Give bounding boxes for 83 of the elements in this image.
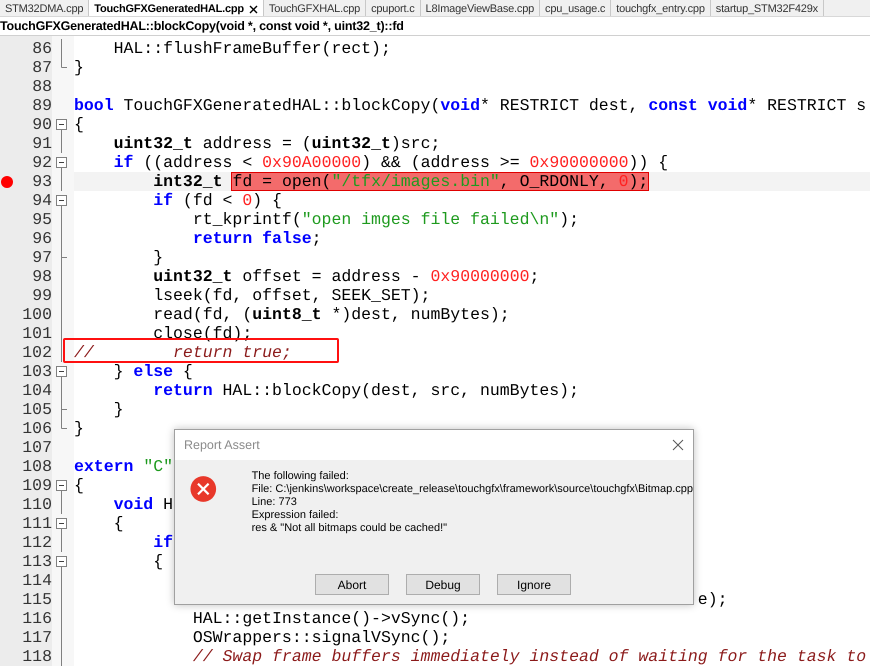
message-text: The following failed: xyxy=(252,470,350,483)
code-text: } xyxy=(152,248,164,267)
line-number: 101 xyxy=(22,324,52,343)
code-text: return false; xyxy=(192,229,322,248)
line-number: 89 xyxy=(32,96,52,115)
line-number: 99 xyxy=(32,286,52,305)
code-text: e); xyxy=(696,590,728,609)
code-text: } xyxy=(74,419,84,438)
file-tab[interactable]: TouchGFXGeneratedHAL.cpp xyxy=(89,0,264,16)
code-text: extern "C" xyxy=(74,457,174,476)
error-highlight: fd = open("/tfx/images.bin", O_RDONLY, 0); xyxy=(232,173,648,190)
line-number: 102 xyxy=(22,343,52,362)
code-text: HAL::getInstance()->vSync(); xyxy=(192,609,470,628)
dialog-button[interactable]: Ignore xyxy=(497,574,571,595)
code-text: uint32_t address = (uint32_t)src; xyxy=(112,134,440,153)
code-text: HAL::flushFrameBuffer(rect); xyxy=(112,39,391,58)
fold-guide xyxy=(61,134,62,153)
code-text: // Swap frame buffers immediately instead of waiting for the task to xyxy=(192,647,866,666)
code-text: { xyxy=(112,514,124,533)
code-text: bool TouchGFXGeneratedHAL::blockCopy(void* RESTRICT dest, const void* RESTRICT s xyxy=(74,96,866,115)
line-number: 116 xyxy=(22,609,52,628)
code-text: { xyxy=(74,115,84,134)
code-text: read(fd, (uint8_t *)dest, numBytes); xyxy=(152,305,510,324)
line-number: 98 xyxy=(32,267,52,286)
code-text: // return true; xyxy=(74,343,292,362)
line-number: 115 xyxy=(22,590,52,609)
code-text: } xyxy=(74,58,84,77)
breakpoint-icon[interactable] xyxy=(1,176,13,188)
line-number: 113 xyxy=(22,552,52,571)
code-text: if xyxy=(152,533,174,552)
code-text: { xyxy=(152,552,164,571)
line-number: 95 xyxy=(32,210,52,229)
code-text: { xyxy=(74,476,84,495)
line-number: 109 xyxy=(22,476,52,495)
line-number: 111 xyxy=(22,514,52,533)
code-text: } xyxy=(112,400,124,419)
line-number: 96 xyxy=(32,229,52,248)
line-number: 114 xyxy=(22,571,52,590)
line-number: 105 xyxy=(22,400,52,419)
error-icon xyxy=(190,474,217,504)
line-number: 100 xyxy=(22,305,52,324)
line-number: 88 xyxy=(32,77,52,96)
code-text: uint32_t offset = address - 0x90000000; xyxy=(152,267,540,286)
line-number: 87 xyxy=(32,58,52,77)
line-number: 107 xyxy=(22,438,52,457)
code-text: if ((address < 0x90A00000) && (address >= 0x90000000)) { xyxy=(112,153,668,172)
line-number: 108 xyxy=(22,457,52,476)
message-text: res & "Not all bitmaps could be cached!" xyxy=(252,522,448,535)
code-text: lseek(fd, offset, SEEK_SET); xyxy=(152,286,430,305)
line-number: 104 xyxy=(22,381,52,400)
line-number: 110 xyxy=(22,495,52,514)
line-number: 94 xyxy=(32,191,52,210)
code-text: close(fd); xyxy=(152,324,252,343)
line-number: 118 xyxy=(22,647,52,666)
code-text: } else { xyxy=(112,362,193,381)
line-number: 117 xyxy=(22,628,52,647)
fold-guide xyxy=(61,172,62,191)
message-text: File: C:\jenkins\workspace\create_release\touchgfx\framework\source\touchgfx\Bitmap.cpp xyxy=(252,483,693,496)
function-path: TouchGFXGeneratedHAL::blockCopy(void *, const void *, uint32_t)::fd xyxy=(0,18,404,35)
code-text: return HAL::blockCopy(dest, src, numBytes); xyxy=(152,381,579,400)
message-text: Line: 773 xyxy=(252,496,298,509)
line-number: 86 xyxy=(32,39,52,58)
dialog-title: Report Assert xyxy=(184,436,260,454)
fold-guide xyxy=(61,495,62,514)
dialog-button[interactable]: Abort xyxy=(315,574,389,595)
line-number: 112 xyxy=(22,533,52,552)
line-number: 97 xyxy=(32,248,52,267)
code-text: OSWrappers::signalVSync(); xyxy=(192,628,450,647)
line-number: 93 xyxy=(32,172,52,191)
code-text: int32_t xyxy=(152,172,224,191)
line-number: 91 xyxy=(32,134,52,153)
line-number: 103 xyxy=(22,362,52,381)
line-number: 106 xyxy=(22,419,52,438)
line-number: 92 xyxy=(32,153,52,172)
close-icon[interactable] xyxy=(248,4,258,14)
line-number: 90 xyxy=(32,115,52,134)
code-text: if (fd < 0) { xyxy=(152,191,282,210)
dialog-button[interactable]: Debug xyxy=(406,574,480,595)
fold-guide xyxy=(61,533,62,552)
message-text: Expression failed: xyxy=(252,509,340,522)
close-icon[interactable] xyxy=(672,439,684,451)
code-text: rt_kprintf("open imges file failed\n"); xyxy=(192,210,580,229)
code-text: void H xyxy=(112,495,174,514)
